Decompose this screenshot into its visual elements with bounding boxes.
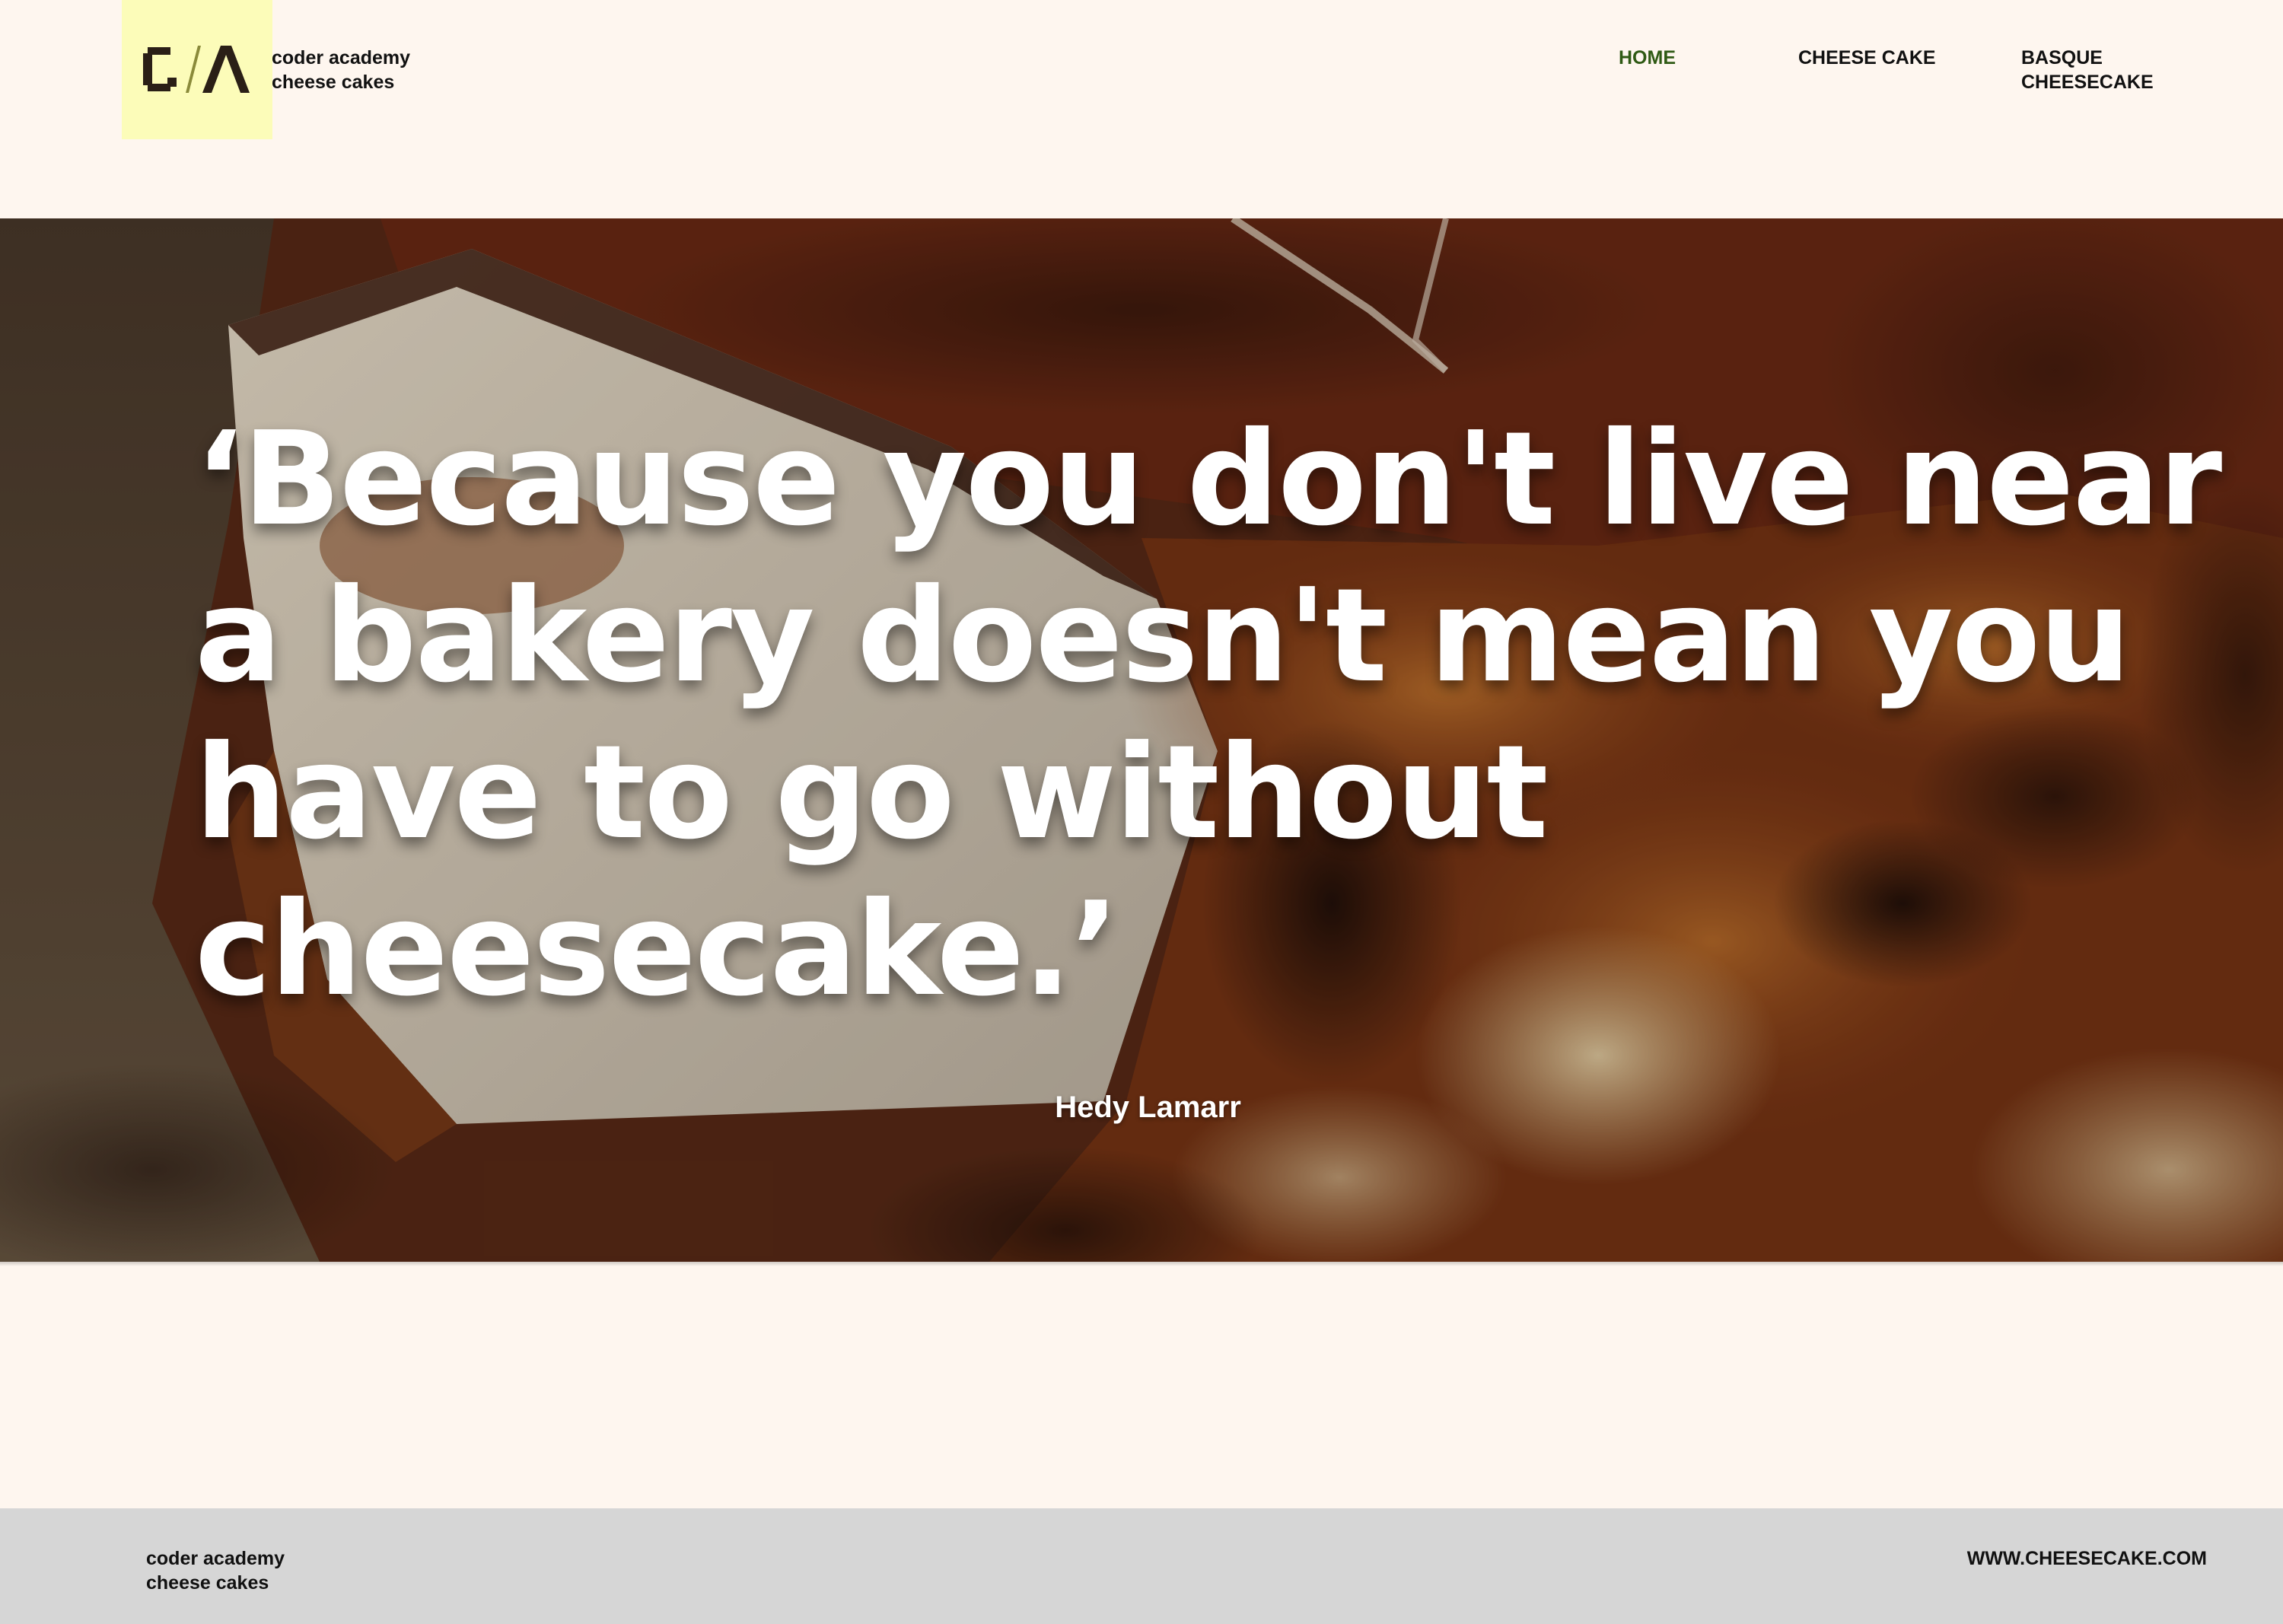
nav-cheese-cake-link[interactable]: CHEESE CAKE bbox=[1798, 46, 1936, 70]
hero-shadow-divider bbox=[0, 1262, 2283, 1266]
site-header: coder academy cheese cakes HOME CHEESE C… bbox=[0, 0, 2283, 217]
quote-line-3: have to go without bbox=[195, 718, 1549, 868]
nav-home-link[interactable]: HOME bbox=[1619, 46, 1676, 70]
quote-line-2: a bakery doesn't mean you bbox=[195, 561, 2131, 712]
quote-line-1: ‘Because you don't live near bbox=[195, 404, 2222, 555]
nav-basque-cheesecake-link[interactable]: BASQUE CHEESECAKE bbox=[2021, 46, 2166, 94]
footer-brand-line2: cheese cakes bbox=[146, 1572, 269, 1594]
quote-line-4: cheesecake.’ bbox=[195, 874, 1119, 1025]
quote-author: Hedy Lamarr bbox=[1055, 1091, 1241, 1124]
site-footer: coder academy cheese cakes WWW.CHEESECAK… bbox=[0, 1508, 2283, 1624]
footer-website-link[interactable]: WWW.CHEESECAKE.COM bbox=[1967, 1546, 2207, 1571]
main-navigation: HOME CHEESE CAKE BASQUE CHEESECAKE bbox=[0, 46, 2283, 107]
footer-brand-line1: coder academy bbox=[146, 1548, 285, 1569]
hero-quote: ‘Because you don't live near a bakery do… bbox=[195, 401, 2222, 1028]
footer-brand-name: coder academy cheese cakes bbox=[146, 1546, 285, 1595]
hero-section: ‘Because you don't live near a bakery do… bbox=[0, 218, 2283, 1262]
